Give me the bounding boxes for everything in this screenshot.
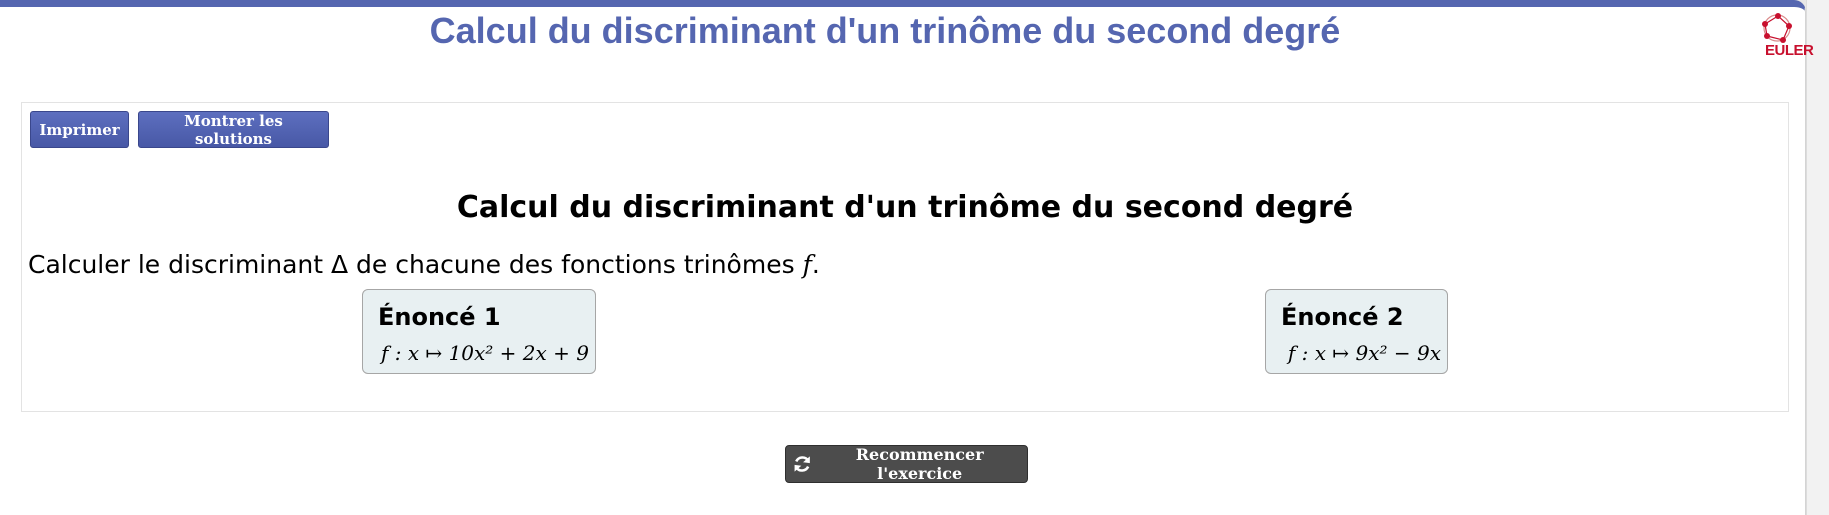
- instruction-variable: f: [802, 250, 812, 279]
- page-title: Calcul du discriminant d'un trinôme du s…: [429, 10, 1341, 51]
- statement-card-2: Énoncé 2 f : x ↦ 9x² − 9x: [1265, 289, 1448, 374]
- vertical-scrollbar[interactable]: [1806, 0, 1829, 515]
- statement-label: Énoncé 1: [378, 303, 501, 331]
- print-button[interactable]: Imprimer: [30, 111, 129, 148]
- statement-card-1: Énoncé 1 f : x ↦ 10x² + 2x + 9: [362, 289, 596, 374]
- refresh-icon: [794, 456, 810, 472]
- show-solutions-button[interactable]: Montrer les solutions: [138, 111, 329, 148]
- instruction-text: Calculer le discriminant Δ de chacune de…: [28, 250, 820, 279]
- instruction-end: .: [811, 250, 820, 279]
- instruction-lead: Calculer le discriminant Δ de chacune de…: [28, 250, 803, 279]
- statement-formula: f : x ↦ 9x² − 9x: [1287, 341, 1441, 365]
- restart-label: Recommencer l'exercice: [855, 445, 984, 483]
- statement-label: Énoncé 2: [1281, 303, 1404, 331]
- exercise-title: Calcul du discriminant d'un trinôme du s…: [456, 190, 1354, 225]
- restart-exercise-button[interactable]: Recommencer l'exercice: [785, 445, 1028, 483]
- statement-formula: f : x ↦ 10x² + 2x + 9: [380, 341, 589, 365]
- logo-text: EULER: [1765, 42, 1814, 59]
